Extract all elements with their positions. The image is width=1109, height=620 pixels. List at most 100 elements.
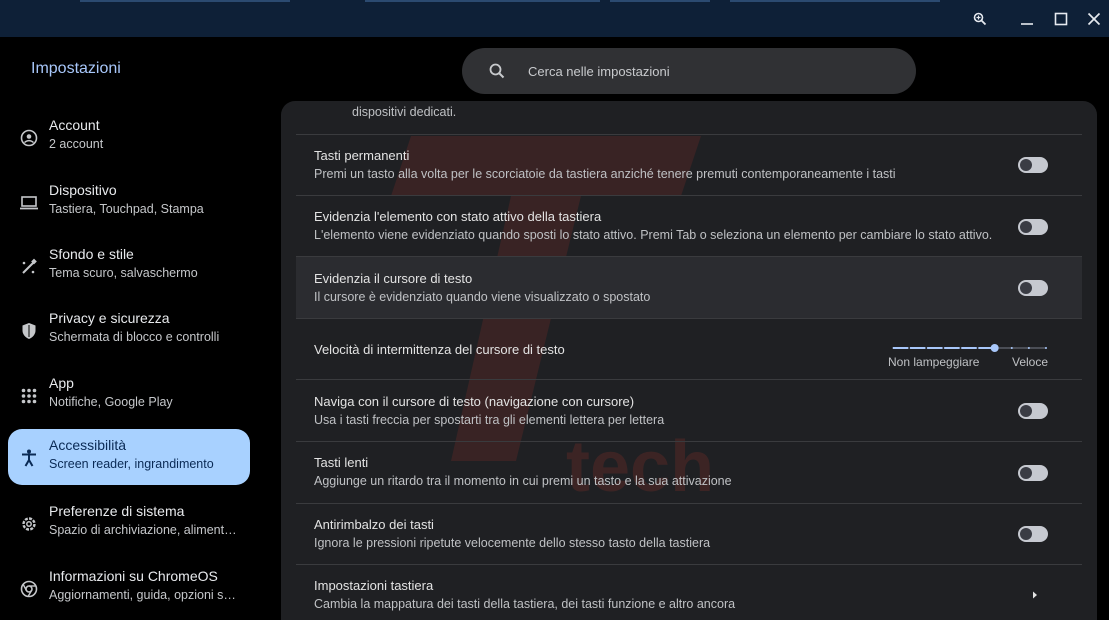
- slow-keys-toggle[interactable]: [1018, 465, 1048, 481]
- setting-row-slow-keys[interactable]: Tasti lenti Aggiunge un ritardo tra il m…: [296, 441, 1082, 504]
- sidebar-item-subtitle: Aggiornamenti, guida, opzioni s…: [49, 588, 236, 602]
- paintbrush-icon: [19, 257, 39, 277]
- setting-title: Tasti lenti: [314, 455, 369, 470]
- sidebar-item-title: Informazioni su ChromeOS: [49, 568, 218, 584]
- slider-tick: [942, 347, 945, 349]
- account-icon: [19, 128, 39, 148]
- slider-tick: [1010, 347, 1013, 349]
- close-icon: [1087, 12, 1101, 26]
- slider-tick: [891, 347, 893, 349]
- blink-rate-slider[interactable]: [889, 343, 1049, 353]
- sidebar-item-system-preferences[interactable]: Preferenze di sistema Spazio di archivia…: [8, 495, 250, 551]
- slider-tick: [1027, 347, 1030, 349]
- setting-description: L'elemento viene evidenziato quando spos…: [314, 228, 993, 242]
- sidebar-item-title: Account: [49, 117, 100, 133]
- setting-description: Il cursore è evidenziato quando viene vi…: [314, 290, 651, 304]
- sidebar-item-title: Preferenze di sistema: [49, 503, 185, 519]
- setting-title: Antirimbalzo dei tasti: [314, 517, 434, 532]
- setting-description: Aggiunge un ritardo tra il momento in cu…: [314, 474, 732, 488]
- titlebar-stripe: [365, 0, 600, 2]
- caret-browsing-toggle[interactable]: [1018, 403, 1048, 419]
- setting-description: Premi un tasto alla volta per le scorcia…: [314, 167, 896, 181]
- setting-row-caret-browsing[interactable]: Naviga con il cursore di testo (navigazi…: [296, 379, 1082, 442]
- chevron-right-icon: [1033, 591, 1037, 599]
- sidebar-item-about-chromeos[interactable]: Informazioni su ChromeOS Aggiornamenti, …: [8, 560, 250, 616]
- titlebar-stripe: [730, 0, 940, 2]
- sticky-keys-toggle[interactable]: [1018, 157, 1048, 173]
- gear-icon: [19, 514, 39, 534]
- zoom-button[interactable]: [967, 6, 993, 32]
- setting-row-caret-highlight[interactable]: Evidenzia il cursore di testo Il cursore…: [296, 256, 1082, 319]
- sidebar-item-title: Privacy e sicurezza: [49, 310, 170, 326]
- sidebar-item-subtitle: Tastiera, Touchpad, Stampa: [49, 202, 204, 216]
- zoom-icon: [973, 12, 987, 26]
- setting-row-caret-blink-rate[interactable]: Velocità di intermittenza del cursore di…: [296, 318, 1082, 380]
- sidebar-item-apps[interactable]: App Notifiche, Google Play: [8, 367, 250, 423]
- sidebar-item-title: Dispositivo: [49, 182, 117, 198]
- sidebar-item-subtitle: Screen reader, ingrandimento: [49, 457, 214, 471]
- toggle-knob: [1020, 282, 1032, 294]
- bounce-keys-toggle[interactable]: [1018, 526, 1048, 542]
- setting-row-keyboard-settings[interactable]: Impostazioni tastiera Cambia la mappatur…: [296, 564, 1082, 620]
- laptop-icon: [19, 193, 39, 213]
- settings-card: tech dispositivi dedicati. Tasti permane…: [281, 101, 1097, 620]
- caret-highlight-toggle[interactable]: [1018, 280, 1048, 296]
- setting-title: Evidenzia il cursore di testo: [314, 271, 473, 286]
- accessibility-icon: [19, 448, 39, 468]
- setting-row-focus-highlight[interactable]: Evidenzia l'elemento con stato attivo de…: [296, 195, 1082, 257]
- close-button[interactable]: [1081, 6, 1107, 32]
- maximize-button[interactable]: [1048, 6, 1074, 32]
- chromeos-icon: [19, 579, 39, 599]
- sidebar-item-wallpaper[interactable]: Sfondo e stile Tema scuro, salvaschermo: [8, 238, 250, 294]
- toggle-knob: [1020, 405, 1032, 417]
- titlebar-stripe: [610, 0, 710, 2]
- toggle-knob: [1020, 159, 1032, 171]
- minimize-icon: [1021, 23, 1033, 25]
- partial-description: dispositivi dedicati.: [352, 105, 457, 119]
- sidebar-item-privacy[interactable]: Privacy e sicurezza Schermata di blocco …: [8, 302, 250, 358]
- sidebar-item-title: Accessibilità: [49, 437, 127, 453]
- shield-icon: [19, 321, 39, 341]
- sidebar-item-subtitle: Tema scuro, salvaschermo: [49, 266, 198, 280]
- setting-description: Cambia la mappatura dei tasti della tast…: [314, 597, 736, 611]
- slider-min-label: Non lampeggiare: [888, 355, 980, 369]
- slider-tick: [976, 347, 979, 349]
- slider-thumb: [990, 344, 999, 352]
- slider-tick: [908, 347, 911, 349]
- sidebar-item-subtitle: Spazio di archiviazione, aliment…: [49, 523, 237, 537]
- setting-row-sticky-keys[interactable]: Tasti permanenti Premi un tasto alla vol…: [296, 134, 1082, 196]
- app-title: Impostazioni: [31, 60, 121, 77]
- setting-title: Tasti permanenti: [314, 148, 410, 163]
- setting-title: Evidenzia l'elemento con stato attivo de…: [314, 209, 602, 224]
- slider-max-label: Veloce: [1012, 355, 1049, 369]
- toggle-knob: [1020, 528, 1032, 540]
- focus-highlight-toggle[interactable]: [1018, 219, 1048, 235]
- search-input[interactable]: Cerca nelle impostazioni: [528, 64, 670, 79]
- search-box[interactable]: Cerca nelle impostazioni: [462, 48, 916, 94]
- sidebar-item-account[interactable]: Account 2 account: [8, 109, 250, 165]
- toggle-knob: [1020, 467, 1032, 479]
- window-titlebar: [0, 0, 1109, 37]
- search-icon: [489, 63, 505, 79]
- minimize-button[interactable]: [1014, 6, 1040, 32]
- sidebar-item-subtitle: Notifiche, Google Play: [49, 395, 173, 409]
- sidebar-item-subtitle: Schermata di blocco e controlli: [49, 330, 220, 344]
- setting-row-bounce-keys[interactable]: Antirimbalzo dei tasti Ignora le pressio…: [296, 503, 1082, 565]
- maximize-icon: [1054, 12, 1068, 26]
- apps-grid-icon: [19, 386, 39, 406]
- slider-tick: [925, 347, 928, 349]
- sidebar-item-device[interactable]: Dispositivo Tastiera, Touchpad, Stampa: [8, 174, 250, 230]
- setting-title: Impostazioni tastiera: [314, 578, 434, 593]
- setting-description: Usa i tasti freccia per spostarti tra gl…: [314, 413, 665, 427]
- titlebar-stripe: [80, 0, 290, 2]
- sidebar-item-subtitle: 2 account: [49, 137, 104, 151]
- setting-title: Naviga con il cursore di testo (navigazi…: [314, 394, 635, 409]
- slider-tick: [959, 347, 962, 349]
- slider-tick: [1045, 347, 1047, 349]
- toggle-knob: [1020, 221, 1032, 233]
- sidebar-item-accessibility[interactable]: Accessibilità Screen reader, ingrandimen…: [8, 429, 250, 485]
- setting-description: Ignora le pressioni ripetute velocemente…: [314, 536, 711, 550]
- setting-title: Velocità di intermittenza del cursore di…: [314, 342, 565, 357]
- sidebar-item-title: App: [49, 375, 74, 391]
- sidebar-item-title: Sfondo e stile: [49, 246, 134, 262]
